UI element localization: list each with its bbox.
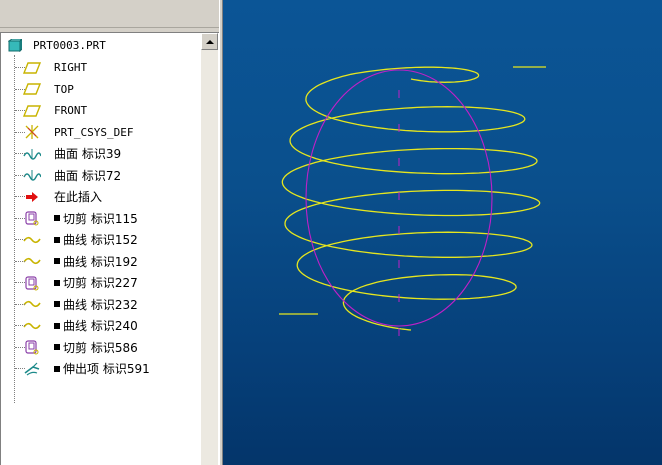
tree-item-label: 切剪 标识586 [54, 339, 138, 356]
tree-item-label: 曲面 标识72 [54, 167, 121, 184]
tree-branch-line [15, 260, 25, 262]
tree-item[interactable]: 曲面 标识72 [1, 165, 201, 186]
tree-item[interactable]: 伸出项 标识591 [1, 358, 201, 379]
tree-item[interactable]: 切剪 标识115 [1, 208, 201, 229]
protrusion-icon [22, 360, 42, 378]
tree-item-text: 曲线 标识192 [63, 254, 138, 269]
helical-spring-curve [279, 66, 546, 331]
tree-item[interactable]: RIGHT [1, 57, 201, 78]
tree-item[interactable]: PRT_CSYS_DEF [1, 122, 201, 143]
tree-branch-line [15, 217, 25, 219]
tree-item[interactable]: 曲线 标识232 [1, 294, 201, 315]
tree-item-text: RIGHT [54, 61, 88, 74]
tree-item-label: RIGHT [54, 61, 87, 74]
tree-item-text: 伸出项 标识591 [63, 362, 150, 376]
cut-icon [22, 209, 42, 227]
tree-item-text: 在此插入 [54, 190, 103, 204]
datum-plane-icon [22, 102, 42, 120]
tree-root-prt0003[interactable]: PRT0003.PRT [1, 35, 201, 56]
tree-branch-line [15, 239, 25, 240]
insert-here-arrow-icon [22, 188, 42, 206]
tree-item[interactable]: 切剪 标识227 [1, 272, 201, 293]
tree-item-label: 切剪 标识115 [54, 210, 138, 227]
tree-item-label: 曲线 标识240 [54, 317, 138, 334]
surface-icon [22, 145, 42, 163]
tree-branch-line [15, 153, 25, 154]
tree-item[interactable]: FRONT [1, 100, 201, 121]
model-tree: PRT0003.PRT RIGHT TOP FRONT PRT_CSYS_DEF 曲面 … [1, 33, 201, 465]
tree-item-text: 切剪 标识115 [63, 211, 138, 226]
coordinate-system-icon [22, 123, 42, 141]
tree-item-label: FRONT [54, 104, 87, 117]
tree-item-text: FRONT [54, 104, 88, 117]
tree-item-label: 伸出项 标识591 [54, 360, 150, 377]
tree-branch-line [15, 282, 25, 283]
datum-plane-icon [22, 80, 42, 98]
cut-icon [22, 274, 42, 292]
tree-item-label: PRT_CSYS_DEF [54, 126, 133, 139]
status-bullet [54, 215, 60, 221]
tree-item-text: 曲面 标识39 [54, 147, 122, 161]
tree-item[interactable]: 切剪 标识586 [1, 337, 201, 358]
tree-item-text: 曲面 标识72 [54, 168, 122, 183]
tree-item[interactable]: 曲线 标识152 [1, 229, 201, 250]
tree-item-label: 曲线 标识232 [54, 296, 138, 313]
curve-icon [22, 317, 42, 335]
status-bullet [54, 301, 60, 307]
tree-item[interactable]: 曲面 标识39 [1, 143, 201, 164]
curve-icon [22, 231, 42, 249]
tree-branch-line [15, 368, 25, 369]
tree-item[interactable]: 曲线 标识240 [1, 315, 201, 336]
status-bullet [54, 258, 60, 264]
tree-item-label: 曲线 标识152 [54, 231, 138, 248]
model-tree-header-strip [0, 0, 222, 28]
part-cube-icon [5, 37, 25, 55]
model-tree-pane: PRT0003.PRT RIGHT TOP FRONT PRT_CSYS_DEF 曲面 … [0, 0, 223, 465]
tree-item-label: 曲线 标识192 [54, 253, 138, 270]
tree-item[interactable]: 曲线 标识192 [1, 251, 201, 272]
scroll-up-button[interactable] [201, 33, 218, 50]
graphics-viewport[interactable] [223, 0, 662, 465]
status-bullet [54, 322, 60, 329]
tree-branch-line [15, 303, 25, 305]
tree-branch-line [15, 88, 25, 90]
status-bullet [54, 236, 60, 243]
tree-branch-line [15, 325, 25, 326]
tree-item-label: 在此插入 [54, 188, 102, 205]
spring-helix-path [281, 66, 541, 331]
datum-plane-icon [22, 59, 42, 77]
tree-item-text: 曲线 标识232 [63, 297, 138, 312]
surface-icon [22, 166, 42, 184]
tree-branch-line [15, 110, 25, 111]
tree-root-label: PRT0003.PRT [33, 39, 106, 52]
status-bullet [54, 279, 60, 286]
section-profile-curve [305, 69, 493, 336]
tree-item-text: 切剪 标识586 [63, 340, 138, 355]
tree-branch-line [15, 67, 25, 68]
tree-item-label: TOP [54, 83, 74, 96]
tree-item[interactable]: 在此插入 [1, 186, 201, 207]
tree-branch-line [15, 346, 25, 348]
tree-branch-line [15, 131, 25, 133]
tree-item-text: 切剪 标识227 [63, 276, 138, 290]
tree-item[interactable]: TOP [1, 79, 201, 100]
tree-item-text: PRT_CSYS_DEF [54, 125, 134, 139]
spring-model-view [279, 66, 546, 336]
tree-item-text: 曲线 标识240 [63, 319, 138, 333]
status-bullet [54, 344, 60, 350]
tree-vertical-scrollbar[interactable] [201, 33, 218, 465]
tree-item-text: 曲线 标识152 [63, 233, 138, 247]
cut-icon [22, 338, 42, 356]
model-tree-panel: PRT0003.PRT RIGHT TOP FRONT PRT_CSYS_DEF 曲面 … [0, 32, 219, 465]
tree-item-text: TOP [54, 82, 74, 96]
tree-branch-line [15, 196, 25, 197]
curve-icon [22, 252, 42, 270]
tree-item-label: 切剪 标识227 [54, 274, 138, 291]
tree-item-label: 曲面 标识39 [54, 145, 121, 162]
status-bullet [54, 365, 60, 372]
curve-icon [22, 295, 42, 313]
tree-branch-line [15, 174, 25, 176]
